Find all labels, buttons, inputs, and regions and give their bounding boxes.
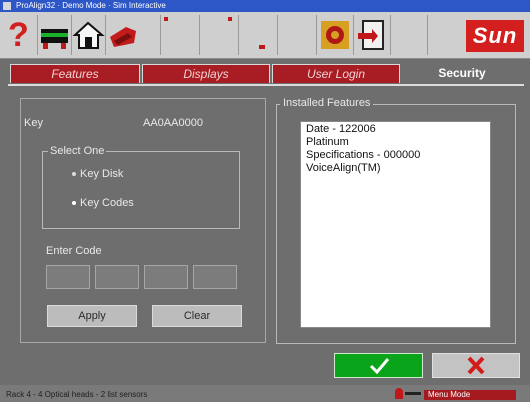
- toolbar-slot-1[interactable]: [160, 15, 199, 55]
- sensor-icon: [110, 27, 136, 47]
- settings-button[interactable]: [316, 15, 353, 55]
- toolbar-slot-5[interactable]: [390, 15, 427, 55]
- tab-features[interactable]: Features: [10, 64, 140, 83]
- tab-bar: Features Displays User Login Security: [8, 62, 522, 84]
- clear-button[interactable]: Clear: [152, 305, 242, 327]
- export-icon: [358, 20, 384, 50]
- installed-features-list: Date - 122006 Platinum Specifications - …: [300, 121, 491, 328]
- marker-icon: [228, 17, 232, 21]
- code-field-3[interactable]: [144, 265, 188, 289]
- marker-icon: [164, 17, 168, 21]
- radio-button[interactable]: [72, 172, 76, 176]
- installed-features-label: Installed Features: [280, 97, 374, 109]
- apply-button[interactable]: Apply: [47, 305, 137, 327]
- toolbar-slot-2[interactable]: [199, 15, 238, 55]
- list-item: Platinum: [306, 136, 349, 148]
- select-one-group: [42, 151, 240, 229]
- tab-security[interactable]: Security: [402, 64, 522, 83]
- status-text: Rack 4 - 4 Optical heads - 2 list sensor…: [6, 390, 148, 399]
- help-button[interactable]: ?: [2, 15, 35, 55]
- code-field-2[interactable]: [95, 265, 139, 289]
- code-field-1[interactable]: [46, 265, 90, 289]
- close-icon: [467, 356, 485, 375]
- radio-button-selected[interactable]: [72, 201, 76, 205]
- mode-badge: Menu Mode: [424, 390, 516, 400]
- tab-user-login[interactable]: User Login: [272, 64, 400, 83]
- marker-icon: [259, 45, 265, 49]
- option-label: Key Disk: [80, 168, 124, 180]
- toolbar-slot-3[interactable]: [238, 15, 277, 55]
- option-label: Key Codes: [80, 197, 134, 209]
- user-icon: [395, 388, 403, 399]
- home-icon: [72, 21, 105, 49]
- list-item: VoiceAlign(TM): [306, 162, 381, 174]
- vehicle-button[interactable]: [37, 15, 71, 55]
- title-bar: ProAlign32 · Demo Mode · Sim Interactive: [0, 0, 530, 12]
- tab-displays[interactable]: Displays: [142, 64, 270, 83]
- export-button[interactable]: [353, 15, 390, 55]
- sensor-button[interactable]: [105, 15, 139, 55]
- brand-text: Sun: [472, 23, 518, 48]
- brand-logo: Sun: [466, 20, 524, 52]
- help-icon: ?: [8, 16, 29, 54]
- vehicle-icon: [41, 29, 68, 49]
- toolbar-slot-4[interactable]: [277, 15, 316, 55]
- status-bar: Rack 4 - 4 Optical heads - 2 list sensor…: [0, 385, 530, 402]
- window-title: ProAlign32 · Demo Mode · Sim Interactive: [16, 1, 166, 10]
- enter-code-label: Enter Code: [46, 245, 102, 257]
- select-one-label: Select One: [48, 145, 107, 157]
- toolbar-slot-6[interactable]: [427, 15, 460, 55]
- home-button[interactable]: [71, 15, 105, 55]
- list-item: Date - 122006: [306, 123, 376, 135]
- list-item: Specifications - 000000: [306, 149, 421, 161]
- ok-button[interactable]: [334, 353, 423, 378]
- toolbar: ? Sun: [0, 12, 530, 59]
- key-value: AA0AA0000: [143, 117, 203, 129]
- key-label: Key: [24, 117, 43, 129]
- checkmark-icon: [369, 358, 390, 375]
- app-icon: [3, 2, 11, 10]
- key-icon: [405, 392, 421, 395]
- cancel-button[interactable]: [432, 353, 520, 378]
- settings-icon: [321, 21, 349, 49]
- code-field-4[interactable]: [193, 265, 237, 289]
